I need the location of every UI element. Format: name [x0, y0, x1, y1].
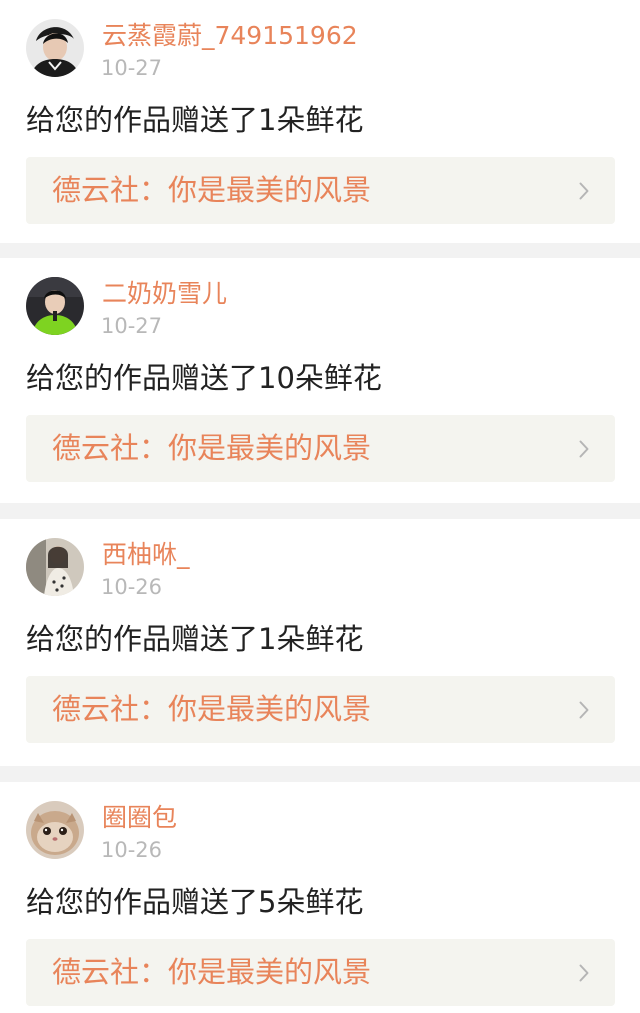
- work-title: 德云社：你是最美的风景: [52, 431, 372, 465]
- user-avatar-icon: [26, 19, 84, 77]
- timestamp: 10-27: [101, 56, 163, 80]
- avatar[interactable]: [26, 277, 84, 335]
- notification-feed: 云蒸霞蔚_749151962 10-27 给您的作品赠送了1朵鲜花 德云社：你是…: [0, 0, 640, 1013]
- avatar[interactable]: [26, 19, 84, 77]
- user-avatar-icon: [26, 277, 84, 335]
- work-link[interactable]: 德云社：你是最美的风景: [26, 157, 615, 224]
- user-avatar-icon: [26, 538, 84, 596]
- username[interactable]: 二奶奶雪儿: [102, 278, 227, 310]
- work-link[interactable]: 德云社：你是最美的风景: [26, 415, 615, 482]
- notification-card: 圈圈包 10-26 给您的作品赠送了5朵鲜花 德云社：你是最美的风景: [0, 782, 640, 1013]
- gift-message: 给您的作品赠送了1朵鲜花: [26, 103, 364, 137]
- work-link[interactable]: 德云社：你是最美的风景: [26, 939, 615, 1006]
- timestamp: 10-26: [101, 575, 163, 599]
- gift-message: 给您的作品赠送了1朵鲜花: [26, 622, 364, 656]
- username[interactable]: 西柚咻_: [102, 539, 190, 571]
- timestamp: 10-26: [101, 838, 163, 862]
- notification-card: 二奶奶雪儿 10-27 给您的作品赠送了10朵鲜花 德云社：你是最美的风景: [0, 258, 640, 503]
- chevron-right-icon: [579, 440, 589, 458]
- work-title: 德云社：你是最美的风景: [52, 173, 372, 207]
- notification-card: 云蒸霞蔚_749151962 10-27 给您的作品赠送了1朵鲜花 德云社：你是…: [0, 0, 640, 243]
- username[interactable]: 云蒸霞蔚_749151962: [102, 20, 358, 52]
- gift-message: 给您的作品赠送了10朵鲜花: [26, 361, 382, 395]
- username[interactable]: 圈圈包: [102, 802, 177, 834]
- avatar[interactable]: [26, 801, 84, 859]
- chevron-right-icon: [579, 964, 589, 982]
- user-avatar-icon: [26, 801, 84, 859]
- notification-card: 西柚咻_ 10-26 给您的作品赠送了1朵鲜花 德云社：你是最美的风景: [0, 519, 640, 766]
- gift-message: 给您的作品赠送了5朵鲜花: [26, 885, 364, 919]
- work-title: 德云社：你是最美的风景: [52, 692, 372, 726]
- chevron-right-icon: [579, 182, 589, 200]
- work-title: 德云社：你是最美的风景: [52, 955, 372, 989]
- work-link[interactable]: 德云社：你是最美的风景: [26, 676, 615, 743]
- timestamp: 10-27: [101, 314, 163, 338]
- chevron-right-icon: [579, 701, 589, 719]
- avatar[interactable]: [26, 538, 84, 596]
